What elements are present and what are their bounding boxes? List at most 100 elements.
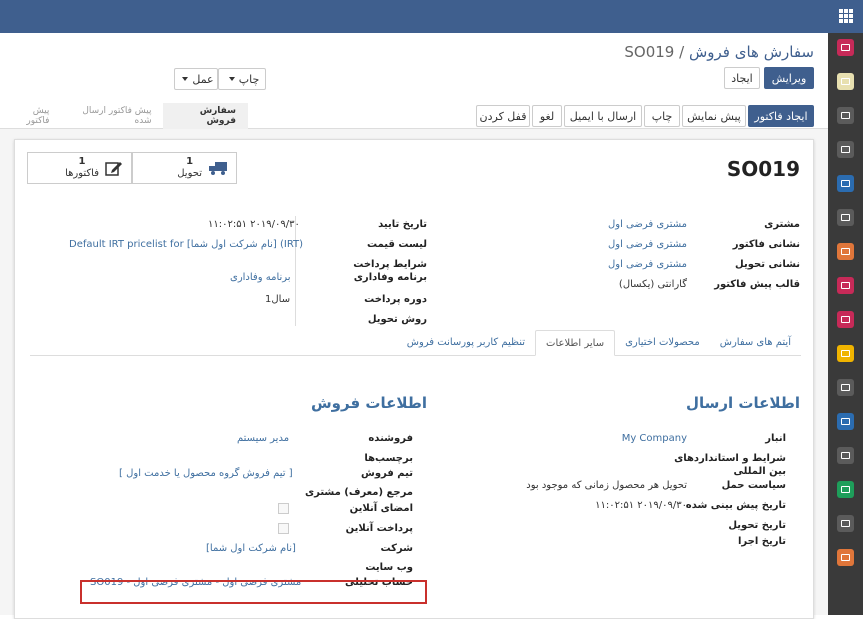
shipping-policy-field[interactable]: تحویل هر محصول زمانی که موجود بود <box>526 480 687 491</box>
sales-team-label: تیم فروش <box>361 468 413 479</box>
warehouse-field[interactable]: My Company <box>622 433 687 444</box>
salesperson-field[interactable]: مدیر سیستم <box>237 433 289 444</box>
customer-reference-label: مرجع (معرف) مشتری <box>304 487 413 498</box>
discuss-icon[interactable] <box>837 39 854 56</box>
salesperson-label: فروشنده <box>368 433 413 444</box>
expected-date-label: تاریخ پیش بینی شده <box>685 500 786 511</box>
calendar-icon[interactable] <box>837 73 854 90</box>
warehouse-label: انبار <box>765 433 786 444</box>
sales-icon[interactable] <box>837 277 854 294</box>
online-signature-checkbox[interactable] <box>278 503 289 514</box>
clock-icon[interactable] <box>837 549 854 566</box>
loyalty-program-field[interactable]: برنامه وفاداری <box>230 272 291 283</box>
delivery-label: تحویل <box>177 168 202 179</box>
online-signature-label: امضای آنلاین <box>349 503 413 514</box>
tools-icon[interactable] <box>837 481 854 498</box>
online-payment-label: پرداخت آنلاین <box>345 523 413 534</box>
lock-button[interactable]: قفل کردن <box>476 105 530 127</box>
pricelist-label: لیست قیمت <box>367 239 427 250</box>
tags-label: برچسب‌ها <box>364 453 413 464</box>
confirmation-date-label: تاریخ تایید <box>378 219 427 230</box>
cancel-button[interactable]: لغو <box>532 105 562 127</box>
send-email-button[interactable]: ارسال با ایمیل <box>564 105 642 127</box>
analytic-account-highlight <box>80 580 427 604</box>
expected-date-field[interactable]: ۱۱:۰۲:۵۱ ۲۰۱۹/۰۹/۳۰ <box>595 500 687 511</box>
edit-button[interactable]: ویرایش <box>764 67 814 89</box>
top-navbar <box>0 0 863 33</box>
print-dropdown[interactable]: چاپ <box>218 68 266 90</box>
invoices-count: 1 <box>78 156 86 167</box>
stage-quotation-sent[interactable]: پیش فاکتور ارسال شده <box>61 102 163 130</box>
tab-commission-settings[interactable]: تنظیم کاربر پورسانت فروش <box>397 330 535 355</box>
doc-icon[interactable] <box>837 515 854 532</box>
shop-icon[interactable] <box>837 379 854 396</box>
main-content: سفارش های فروش / SO019 ویرایش ایجاد چاپ … <box>0 33 828 619</box>
action-dropdown-label: عمل <box>192 72 214 86</box>
chart-icon[interactable] <box>837 243 854 260</box>
tab-order-lines[interactable]: آیتم های سفارش <box>710 330 801 355</box>
tab-other-info[interactable]: سایر اطلاعات <box>535 330 616 356</box>
chevron-down-icon <box>228 77 235 81</box>
online-payment-checkbox[interactable] <box>278 523 289 534</box>
create-invoice-button[interactable]: ایجاد فاکتور <box>748 105 814 127</box>
contacts-icon[interactable] <box>837 107 854 124</box>
delivery-smart-button[interactable]: 1 تحویل <box>132 152 237 184</box>
delivery-address-label: نشانی تحویل <box>735 259 800 270</box>
incoterms-label-2: بین المللی <box>733 466 787 477</box>
invoices-smart-button[interactable]: 1 فاکتورها <box>27 152 132 184</box>
invoice-address-label: نشانی فاکتور <box>732 239 800 250</box>
company-label: شرکت <box>380 543 413 554</box>
delivery-count: 1 <box>186 156 194 167</box>
app-sidebar <box>828 33 863 615</box>
breadcrumb-separator: / <box>679 43 685 61</box>
loyalty-program-label: برنامه وفاداری <box>353 272 427 283</box>
stage-sale-order[interactable]: سفارش فروش <box>163 103 248 129</box>
website-label: وب سایت <box>365 562 413 573</box>
customer-label: مشتری <box>764 219 800 230</box>
settings-icon[interactable] <box>837 175 854 192</box>
eye-icon[interactable] <box>837 209 854 226</box>
payment-terms-label: شرایط پرداخت <box>353 259 427 270</box>
inventory-icon[interactable] <box>837 447 854 464</box>
tab-optional-products[interactable]: محصولات اختیاری <box>615 330 710 355</box>
folder-icon[interactable] <box>837 311 854 328</box>
delivery-method-label: روش تحویل <box>367 314 427 325</box>
customer-field[interactable]: مشتری فرضی اول <box>608 219 687 230</box>
delivery-address-field[interactable]: مشتری فرضی اول <box>608 259 687 270</box>
sales-team-field[interactable]: [ تیم فروش گروه محصول یا خدمت اول ] <box>119 468 293 479</box>
breadcrumb-current: SO019 <box>624 43 675 61</box>
breadcrumb-parent[interactable]: سفارش های فروش <box>689 43 814 61</box>
order-title: SO019 <box>726 157 800 181</box>
preview-button[interactable]: پیش نمایش <box>682 105 746 127</box>
breadcrumb: سفارش های فروش / SO019 <box>624 43 814 61</box>
divider <box>295 216 296 326</box>
payment-period-label: دوره پرداخت <box>364 294 427 305</box>
confirmation-date-field[interactable]: ۱۱:۰۲:۵۱ ۲۰۱۹/۰۹/۳۰ <box>208 219 300 230</box>
invoice-icon[interactable] <box>837 413 854 430</box>
incoterms-label: شرایط و استانداردهای <box>674 453 786 464</box>
commitment-date-label: تاریخ تحویل <box>728 520 786 531</box>
shipping-policy-label: سیاست حمل <box>721 480 786 491</box>
stage-quotation[interactable]: پیش فاکتور <box>0 102 61 130</box>
headset-icon[interactable] <box>837 345 854 362</box>
apps-menu-icon[interactable] <box>839 9 853 23</box>
pricelist-field[interactable]: Default IRT pricelist for [نام شرکت اول … <box>69 239 303 250</box>
shipping-section-title: اطلاعات ارسال <box>685 394 800 412</box>
invoices-label: فاکتورها <box>65 168 99 179</box>
effective-date-label: تاریخ اجرا <box>738 536 786 547</box>
company-field[interactable]: [نام شرکت اول شما] <box>206 543 296 554</box>
invoice-address-field[interactable]: مشتری فرضی اول <box>608 239 687 250</box>
quotation-template-field[interactable]: گارانتی (یکسال) <box>619 279 687 290</box>
payment-period-field[interactable]: 1سال <box>265 294 290 305</box>
print-button[interactable]: چاپ <box>644 105 680 127</box>
notebook-tabs: آیتم های سفارش محصولات اختیاری سایر اطلا… <box>30 330 801 356</box>
edit-icon <box>105 162 122 176</box>
print-dropdown-label: چاپ <box>238 72 260 86</box>
chevron-down-icon <box>182 77 189 81</box>
create-button[interactable]: ایجاد <box>724 67 760 89</box>
quotation-template-label: قالب پیش فاکتور <box>714 279 800 290</box>
status-header: ایجاد فاکتور پیش نمایش چاپ ارسال با ایمی… <box>0 103 828 129</box>
crm-icon[interactable] <box>837 141 854 158</box>
action-dropdown[interactable]: عمل <box>174 68 218 90</box>
sales-section-title: اطلاعات فروش <box>310 394 427 412</box>
